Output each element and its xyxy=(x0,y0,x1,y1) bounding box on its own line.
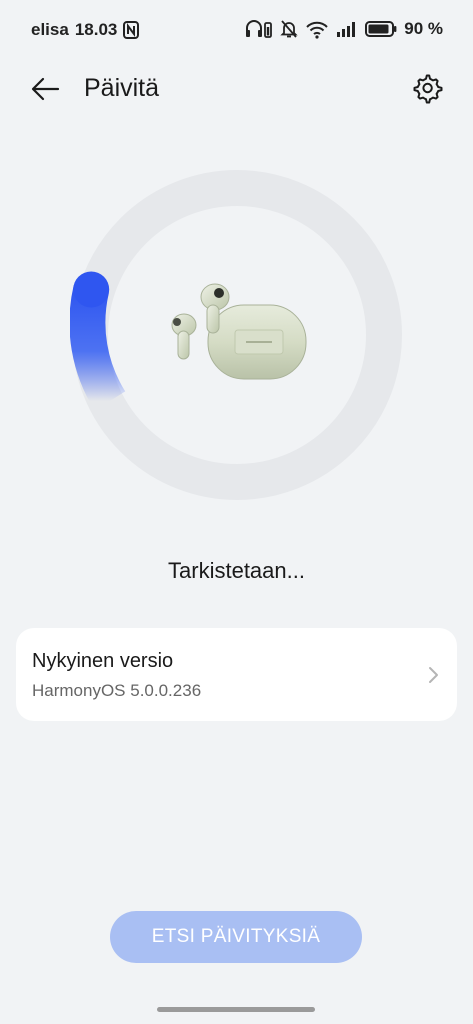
home-indicator[interactable] xyxy=(157,1007,315,1012)
wifi-icon xyxy=(305,19,329,39)
status-left: elisa 18.03 xyxy=(31,20,140,40)
battery-percent: 90 % xyxy=(404,19,443,38)
current-version-card[interactable]: Nykyinen versio HarmonyOS 5.0.0.236 xyxy=(16,628,457,721)
bell-muted-icon xyxy=(280,19,298,39)
clock: 18.03 xyxy=(74,20,118,39)
signal-icon xyxy=(336,20,358,38)
headphones-battery-icon xyxy=(245,19,273,39)
settings-button[interactable] xyxy=(411,72,443,104)
search-updates-button[interactable]: ETSI PÄIVITYKSIÄ xyxy=(110,911,362,963)
chevron-right-icon xyxy=(429,667,438,683)
current-version-value: HarmonyOS 5.0.0.236 xyxy=(32,681,202,700)
status-right: 90 % xyxy=(245,19,443,39)
nfc-icon xyxy=(123,21,140,39)
gear-icon xyxy=(413,74,443,104)
back-button[interactable] xyxy=(28,74,64,104)
carrier-label: elisa xyxy=(31,20,69,39)
current-version-title: Nykyinen versio xyxy=(32,650,174,672)
status-bar: elisa 18.03 90 % xyxy=(0,0,473,60)
app-header: Päivitä xyxy=(0,62,473,118)
arrow-left-icon xyxy=(31,77,60,101)
battery-icon xyxy=(365,20,397,38)
progress-arc-cap xyxy=(73,271,110,308)
earbuds-image xyxy=(160,275,310,385)
checking-status-text: Tarkistetaan... xyxy=(168,558,305,583)
page-title: Päivitä xyxy=(84,74,160,102)
